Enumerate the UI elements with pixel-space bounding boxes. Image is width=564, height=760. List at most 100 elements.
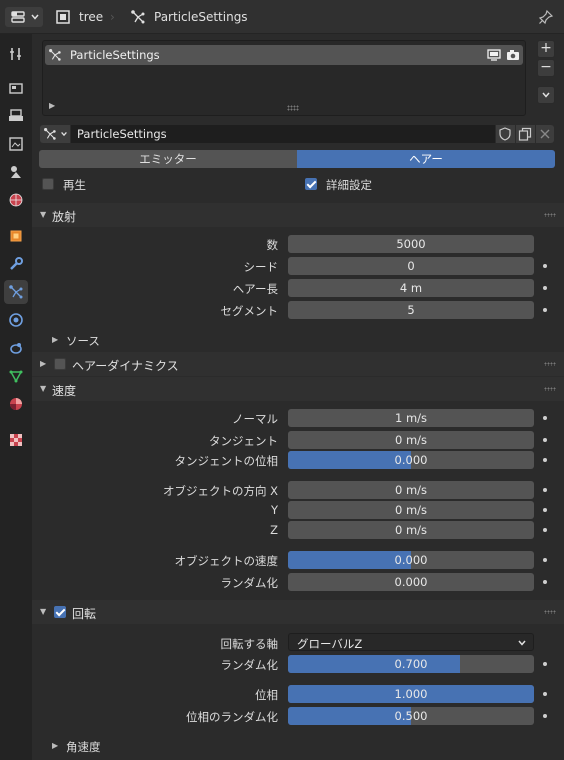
tab-scene[interactable] bbox=[4, 160, 28, 184]
phase-random-slider[interactable]: 0.500 bbox=[288, 707, 534, 725]
emission-panel-header[interactable]: ▼ 放射 bbox=[32, 203, 564, 227]
chevron-down-icon bbox=[518, 640, 526, 646]
keyframe-dot[interactable] bbox=[543, 286, 547, 290]
hair-dynamics-checkbox[interactable] bbox=[54, 358, 66, 370]
rotation-randomize-slider[interactable]: 0.700 bbox=[288, 655, 534, 673]
velocity-panel-header[interactable]: ▼ 速度 bbox=[32, 377, 564, 401]
pin-icon[interactable] bbox=[538, 9, 554, 25]
obj-align-x-field[interactable]: 0 m/s bbox=[288, 481, 534, 499]
add-particle-system-button[interactable]: + bbox=[537, 40, 555, 58]
view-layer-icon bbox=[9, 137, 23, 151]
tab-emitter[interactable]: エミッター bbox=[39, 150, 297, 168]
tangent-field[interactable]: 0 m/s bbox=[288, 431, 534, 449]
texture-icon bbox=[10, 434, 22, 446]
tab-tool[interactable] bbox=[4, 42, 28, 66]
keyframe-dot[interactable] bbox=[543, 508, 547, 512]
object-properties-icon bbox=[10, 230, 22, 242]
drag-grip-icon[interactable] bbox=[544, 362, 556, 366]
rotation-panel-header[interactable]: ▼ 回転 bbox=[32, 600, 564, 624]
settings-name-field[interactable]: ParticleSettings bbox=[71, 125, 495, 143]
particle-system-list[interactable]: ParticleSettings ▶ bbox=[42, 40, 526, 116]
hair-dynamics-panel-header[interactable]: ▶ ヘアーダイナミクス bbox=[32, 352, 564, 376]
tangent-phase-value: 0.000 bbox=[394, 453, 428, 467]
browse-settings-button[interactable] bbox=[40, 125, 70, 143]
collapse-arrow-icon: ▼ bbox=[40, 210, 47, 219]
rotation-title: 回転 bbox=[72, 607, 97, 621]
seed-field[interactable]: 0 bbox=[288, 257, 534, 275]
tab-world[interactable] bbox=[4, 188, 28, 212]
keyframe-dot[interactable] bbox=[543, 438, 547, 442]
velocity-randomize-field[interactable]: 0.000 bbox=[288, 573, 534, 591]
emission-title: 放射 bbox=[52, 210, 77, 224]
hair-length-label: ヘアー長 bbox=[232, 282, 278, 296]
phase-random-label: 位相のランダム化 bbox=[186, 710, 278, 724]
keyframe-dot[interactable] bbox=[543, 558, 547, 562]
obj-align-x-value: 0 m/s bbox=[394, 483, 428, 497]
keyframe-dot[interactable] bbox=[543, 416, 547, 420]
hair-length-field[interactable]: 4 m bbox=[288, 279, 534, 297]
keyframe-dot[interactable] bbox=[543, 308, 547, 312]
tab-output[interactable] bbox=[4, 104, 28, 128]
editor-type-button[interactable] bbox=[5, 7, 43, 27]
viewport-display-icon[interactable] bbox=[487, 48, 501, 62]
mesh-data-icon bbox=[9, 370, 23, 383]
keyframe-dot[interactable] bbox=[543, 692, 547, 696]
material-icon bbox=[10, 398, 22, 410]
angular-velocity-subpanel-header[interactable]: ▶ 角速度 bbox=[52, 738, 352, 756]
tab-view-layer[interactable] bbox=[4, 132, 28, 156]
list-specials-button[interactable] bbox=[537, 86, 555, 104]
keyframe-dot[interactable] bbox=[543, 662, 547, 666]
drag-grip-icon[interactable] bbox=[544, 387, 556, 391]
tab-data[interactable] bbox=[4, 364, 28, 388]
advanced-checkbox[interactable] bbox=[305, 178, 317, 190]
keyframe-dot[interactable] bbox=[543, 488, 547, 492]
tab-render[interactable] bbox=[4, 76, 28, 100]
obj-align-y-label: Y bbox=[270, 503, 278, 517]
drag-grip-icon[interactable] bbox=[544, 610, 556, 614]
tab-hair[interactable]: ヘアー bbox=[297, 150, 555, 168]
fake-user-button[interactable] bbox=[496, 125, 515, 143]
tab-texture[interactable] bbox=[4, 428, 28, 452]
keyframe-dot[interactable] bbox=[543, 458, 547, 462]
breadcrumb-separator-icon: › bbox=[110, 10, 115, 24]
tab-constraints[interactable] bbox=[4, 336, 28, 360]
object-name[interactable]: tree bbox=[79, 10, 103, 24]
remove-particle-system-button[interactable]: − bbox=[537, 59, 555, 77]
tangent-phase-slider[interactable]: 0.000 bbox=[288, 451, 534, 469]
tab-physics[interactable] bbox=[4, 308, 28, 332]
keyframe-dot[interactable] bbox=[543, 580, 547, 584]
properties-editor-icon bbox=[11, 11, 25, 23]
resize-grip-icon[interactable] bbox=[287, 105, 299, 111]
rotation-axis-dropdown[interactable]: グローバルZ bbox=[288, 633, 534, 651]
camera-icon[interactable] bbox=[506, 48, 520, 62]
list-item[interactable]: ParticleSettings bbox=[45, 45, 523, 65]
tangent-value: 0 m/s bbox=[394, 433, 428, 447]
source-subpanel-header[interactable]: ▶ ソース bbox=[52, 332, 352, 350]
rotation-checkbox[interactable] bbox=[54, 606, 66, 618]
segments-field[interactable]: 5 bbox=[288, 301, 534, 319]
keyframe-dot[interactable] bbox=[543, 528, 547, 532]
phase-slider[interactable]: 1.000 bbox=[288, 685, 534, 703]
close-icon bbox=[540, 129, 550, 139]
object-velocity-slider[interactable]: 0.000 bbox=[288, 551, 534, 569]
unlink-settings-button[interactable] bbox=[536, 125, 554, 143]
drag-grip-icon[interactable] bbox=[544, 213, 556, 217]
keyframe-dot[interactable] bbox=[543, 714, 547, 718]
tab-object[interactable] bbox=[4, 224, 28, 248]
constraints-icon bbox=[10, 343, 22, 354]
tab-particles[interactable] bbox=[4, 280, 28, 304]
obj-align-y-field[interactable]: 0 m/s bbox=[288, 501, 534, 519]
datablock-name[interactable]: ParticleSettings bbox=[154, 10, 248, 24]
number-field[interactable]: 5000 bbox=[288, 235, 534, 253]
keyframe-dot[interactable] bbox=[543, 264, 547, 268]
regrow-checkbox[interactable] bbox=[42, 178, 54, 190]
duplicate-settings-button[interactable] bbox=[516, 125, 535, 143]
normal-field[interactable]: 1 m/s bbox=[288, 409, 534, 427]
rotation-randomize-label: ランダム化 bbox=[220, 658, 279, 672]
tab-material[interactable] bbox=[4, 392, 28, 416]
source-title: ソース bbox=[66, 334, 100, 348]
expand-arrow-icon[interactable]: ▶ bbox=[49, 101, 55, 110]
segments-value: 5 bbox=[407, 303, 415, 317]
tab-modifiers[interactable] bbox=[4, 252, 28, 276]
obj-align-z-field[interactable]: 0 m/s bbox=[288, 521, 534, 539]
